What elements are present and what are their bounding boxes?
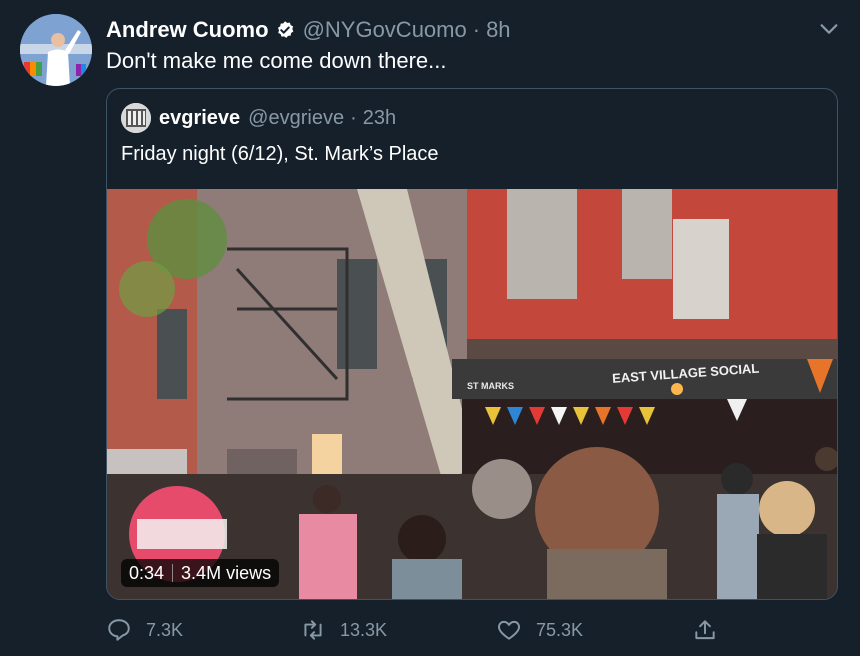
quoted-tweet-text: Friday night (6/12), St. Mark’s Place xyxy=(121,143,439,165)
share-icon xyxy=(695,620,715,640)
verified-badge-icon xyxy=(277,21,293,38)
author-handle[interactable]: @NYGovCuomo xyxy=(303,17,467,43)
retweet-icon xyxy=(304,620,322,640)
video-views: 3.4M views xyxy=(181,562,272,583)
video-stats-badge: 0:34 3.4M views xyxy=(121,559,280,587)
like-button[interactable]: 75.3K xyxy=(496,614,583,646)
tweet-actions: 7.3K 13.3K 75.3K xyxy=(106,614,726,646)
reply-button[interactable]: 7.3K xyxy=(106,614,183,646)
tweet-header: Andrew Cuomo @NYGovCuomo · 8h xyxy=(106,16,511,44)
reply-icon xyxy=(108,619,130,641)
author-avatar-image xyxy=(20,14,92,86)
retweet-count: 13.3K xyxy=(340,619,388,640)
quoted-tweet-header: evgrieve @evgrieve · 23h xyxy=(121,103,396,133)
quoted-author-avatar-image xyxy=(121,103,151,133)
quoted-author-name[interactable]: evgrieve xyxy=(159,107,240,130)
tweet-text: Don't make me come down there... xyxy=(106,48,447,73)
video-player[interactable]: EAST VILLAGE SOCIAL ST MARKS 0:34 3.4M v… xyxy=(107,189,837,599)
retweet-button[interactable]: 13.3K xyxy=(300,614,387,646)
video-duration: 0:34 xyxy=(129,562,165,583)
chevron-down-icon[interactable] xyxy=(818,18,840,40)
quoted-separator-dot: · xyxy=(350,106,357,129)
quoted-author-handle[interactable]: @evgrieve xyxy=(248,107,344,130)
share-button[interactable] xyxy=(692,614,732,646)
badge-divider xyxy=(172,564,174,582)
like-icon xyxy=(498,620,520,640)
separator-dot: · xyxy=(472,17,481,42)
video-frame: EAST VILLAGE SOCIAL ST MARKS xyxy=(107,189,837,599)
author-avatar[interactable] xyxy=(20,14,92,86)
quoted-author-avatar[interactable] xyxy=(121,103,151,133)
street-sign-text: ST MARKS xyxy=(467,381,514,391)
quoted-tweet[interactable]: evgrieve @evgrieve · 23h Friday night (6… xyxy=(106,88,838,600)
quoted-tweet-timestamp[interactable]: 23h xyxy=(363,107,396,130)
like-count: 75.3K xyxy=(536,619,584,640)
author-name[interactable]: Andrew Cuomo xyxy=(106,17,269,43)
tweet-timestamp[interactable]: 8h xyxy=(486,17,510,43)
reply-count: 7.3K xyxy=(146,619,184,640)
